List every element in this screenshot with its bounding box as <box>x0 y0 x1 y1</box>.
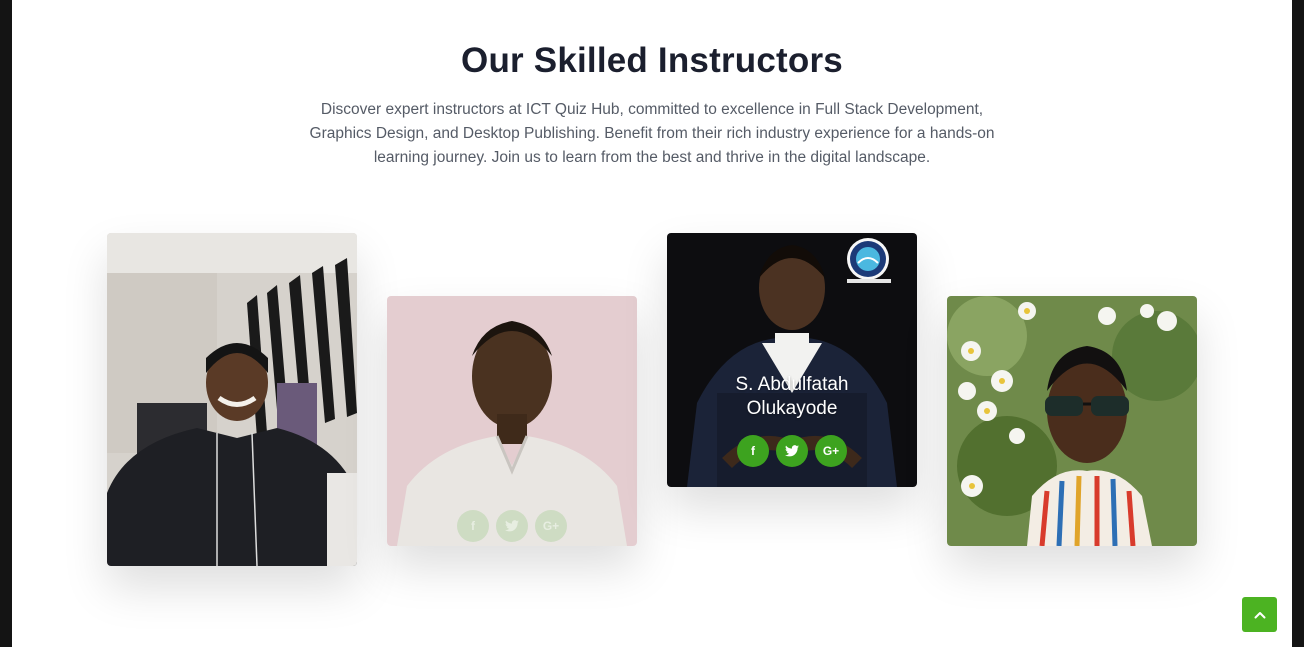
section-title: Our Skilled Instructors <box>461 41 843 80</box>
facebook-icon[interactable]: f <box>457 510 489 542</box>
instructor-card-1[interactable] <box>107 233 357 566</box>
instructor-photo-2 <box>387 296 637 546</box>
chevron-up-icon <box>1254 611 1265 618</box>
instructors-section: Our Skilled Instructors Discover expert … <box>12 0 1292 647</box>
back-to-top-button[interactable] <box>1242 597 1277 632</box>
facebook-icon[interactable]: f <box>737 435 769 467</box>
social-links-2: f G+ <box>387 510 637 542</box>
google-plus-icon[interactable]: G+ <box>535 510 567 542</box>
twitter-icon[interactable] <box>776 435 808 467</box>
instructor-photo-4 <box>947 296 1197 546</box>
instructor-card-2[interactable]: f G+ <box>387 296 637 546</box>
section-description: Discover expert instructors at ICT Quiz … <box>309 101 995 166</box>
instructor-name-line1: S. Abdulfatah <box>735 374 849 395</box>
instructor-card-4[interactable] <box>947 296 1197 546</box>
instructor-card-3[interactable]: S. Abdulfatah Olukayode f G+ <box>667 233 917 487</box>
instructor-name-block-3: S. Abdulfatah Olukayode <box>667 373 917 421</box>
instructor-photo-1 <box>107 233 357 566</box>
instructor-name-line2: Olukayode <box>746 398 838 419</box>
twitter-icon[interactable] <box>496 510 528 542</box>
social-links-3: f G+ <box>667 435 917 467</box>
google-plus-icon[interactable]: G+ <box>815 435 847 467</box>
